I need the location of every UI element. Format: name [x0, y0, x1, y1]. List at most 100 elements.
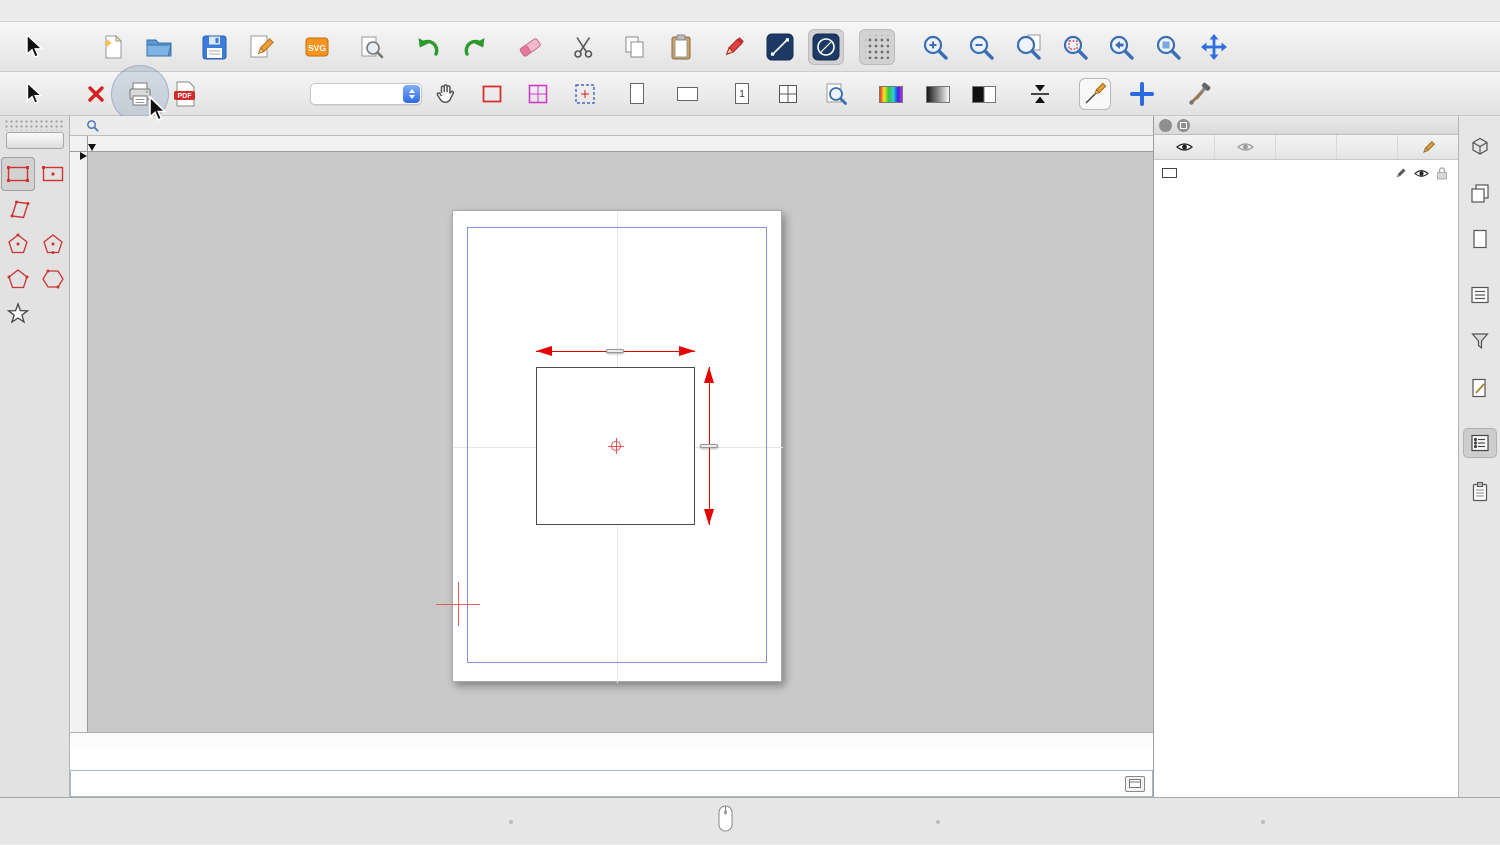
crop-marks-button[interactable] [569, 78, 601, 110]
dock-icon-strip [1458, 116, 1500, 797]
dimension-label-height [700, 444, 718, 448]
tool-polygon-center-corner[interactable] [1, 227, 35, 261]
selection-tool-button-2[interactable] [17, 78, 49, 110]
pencil-icon [1421, 140, 1436, 155]
zoom-out-button[interactable] [963, 29, 999, 65]
command-reference-button[interactable] [1463, 373, 1497, 403]
rectangle-tool-icon [5, 161, 31, 187]
circle-tool-button[interactable] [808, 29, 844, 65]
pan-hand-button[interactable] [430, 78, 462, 110]
draw-pencil-button[interactable] [716, 29, 752, 65]
print-button[interactable] [124, 78, 156, 110]
cursor-arrow-icon [23, 81, 43, 107]
command-input[interactable] [86, 777, 1125, 791]
preview-settings-button[interactable] [1184, 78, 1216, 110]
floppy-disk-icon [202, 35, 227, 60]
copy-button[interactable] [617, 29, 653, 65]
multiple-pages-button[interactable] [772, 78, 804, 110]
drawing-orientation-button[interactable] [1079, 78, 1111, 110]
palette-drag-handle[interactable] [4, 119, 65, 131]
layer-row[interactable] [1154, 162, 1458, 184]
edit-drawing-preferences-button[interactable] [243, 29, 279, 65]
statusbar-separator-dot [1261, 820, 1265, 824]
magnifier-page-icon [358, 34, 384, 60]
layer-panel-header [1154, 116, 1458, 135]
layer-panel-toolbar [1154, 135, 1458, 160]
dropdown-stepper-icon [403, 85, 420, 103]
show-all-layers-button[interactable] [1154, 135, 1215, 159]
single-page-button[interactable]: 1 [726, 78, 758, 110]
line-tool-button[interactable] [762, 29, 798, 65]
cut-button[interactable] [566, 29, 602, 65]
hide-all-layers-button[interactable] [1215, 135, 1276, 159]
close-preview-button[interactable] [80, 78, 112, 110]
panel-dock-icon[interactable] [1177, 119, 1190, 132]
fit-to-page-button[interactable] [819, 78, 851, 110]
snap-grid-button[interactable] [859, 29, 895, 65]
sheet-list-button[interactable] [1463, 224, 1497, 254]
tool-rectangle-size[interactable] [1, 157, 35, 191]
zoom-window-button[interactable] [1150, 29, 1186, 65]
landscape-page-button[interactable] [672, 78, 704, 110]
selection-filter-button[interactable] [1463, 326, 1497, 356]
cursor-arrow-icon [22, 33, 44, 61]
auto-fit-drawing-button[interactable] [1024, 78, 1056, 110]
clipboard-panel-button[interactable] [1463, 477, 1497, 507]
zoom-selection-button[interactable] [1057, 29, 1093, 65]
drawing-canvas[interactable] [88, 152, 1153, 732]
tool-polygon-center-side[interactable] [36, 227, 70, 261]
move-paper-position-button[interactable] [1126, 78, 1158, 110]
layer-edit-pencil-icon[interactable] [1394, 167, 1407, 180]
undo-button[interactable] [409, 29, 445, 65]
paste-button[interactable] [663, 29, 699, 65]
scale-select[interactable] [310, 83, 422, 105]
selection-tool-button[interactable] [15, 29, 51, 65]
open-file-button[interactable] [141, 29, 177, 65]
palette-back-button[interactable] [6, 132, 64, 149]
tool-polygon-two-corners[interactable] [1, 262, 35, 296]
zoom-in-button[interactable] [917, 29, 953, 65]
layer-list-toggle-button[interactable] [1463, 428, 1497, 458]
tool-star[interactable] [1, 297, 35, 331]
redo-button[interactable] [457, 29, 493, 65]
red-pencil-icon [721, 34, 747, 60]
tool-hexagon[interactable] [36, 262, 70, 296]
panel-close-icon[interactable] [1159, 119, 1172, 132]
black-white-button[interactable] [968, 78, 1000, 110]
print-preview-toolbar-button[interactable] [353, 29, 389, 65]
document-zoom-icon[interactable] [86, 119, 99, 132]
layer-color-chip[interactable] [1162, 168, 1177, 178]
dimension-arrow-down [704, 509, 714, 525]
paper-limits-button[interactable] [476, 78, 508, 110]
property-list-button[interactable] [1463, 280, 1497, 310]
page-icon [1469, 228, 1491, 250]
page-borders-button[interactable] [522, 78, 554, 110]
portrait-page-button[interactable] [621, 78, 653, 110]
svg-export-button[interactable]: SVG [299, 29, 335, 65]
grayscale-button[interactable] [922, 78, 954, 110]
pdf-export-button[interactable]: PDF [169, 78, 201, 110]
zoom-previous-button[interactable] [1103, 29, 1139, 65]
layer-lock-icon[interactable] [1436, 166, 1448, 180]
new-document-button[interactable] [95, 29, 131, 65]
add-layer-button[interactable] [1276, 135, 1337, 159]
remove-layer-button[interactable] [1337, 135, 1398, 159]
command-detach-button[interactable] [1125, 776, 1145, 792]
tool-parallelogram[interactable] [1, 192, 35, 226]
dimension-arrow-left [536, 346, 552, 356]
landscape-page-icon [676, 84, 700, 104]
layer-visible-eye-icon[interactable] [1414, 168, 1429, 179]
grid-info-bar [70, 732, 1153, 748]
block-list-button[interactable] [1463, 178, 1497, 208]
full-color-button[interactable] [875, 78, 907, 110]
edit-layer-button[interactable] [1398, 135, 1458, 159]
eraser-button[interactable] [512, 29, 548, 65]
zoom-selection-icon [1061, 33, 1089, 61]
zoom-auto-button[interactable] [1010, 29, 1046, 65]
tool-rectangle-corner[interactable] [36, 157, 70, 191]
pan-button[interactable] [1196, 29, 1232, 65]
line-tool-icon [766, 33, 794, 61]
svg-text:PDF: PDF [178, 93, 193, 100]
save-button[interactable] [196, 29, 232, 65]
view-cube-button[interactable] [1463, 131, 1497, 161]
